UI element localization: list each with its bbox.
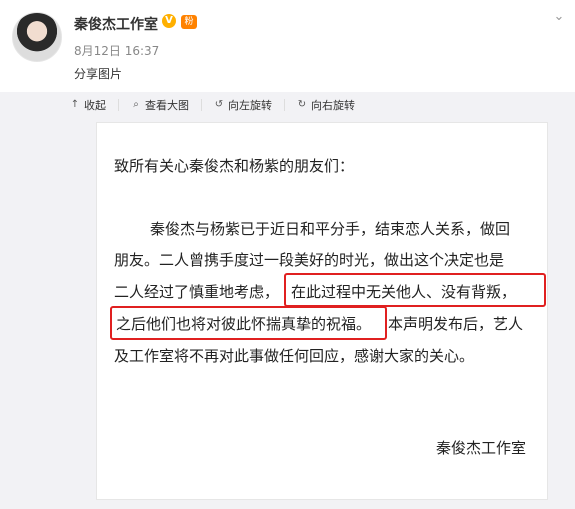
divider: [118, 99, 119, 111]
rotate-left-button[interactable]: ↺ 向左旋转: [214, 97, 272, 113]
rotate-right-icon: ↻: [297, 99, 307, 110]
verified-badge-icon: V: [162, 14, 176, 28]
rotate-left-label: 向左旋转: [228, 99, 272, 112]
post-time[interactable]: 8月12日 16:37: [74, 42, 159, 59]
collapse-label: 收起: [84, 99, 106, 112]
letter-line: 及工作室将不再对此事做任何回应，感谢大家的关心。: [114, 347, 475, 365]
letter-line: 秦俊杰与杨紫已于近日和平分手，结束恋人关系，做回: [150, 220, 511, 238]
collapse-icon: ↑: [70, 99, 80, 110]
letter-title: 致所有关心秦俊杰和杨紫的朋友们：: [114, 157, 355, 175]
divider: [284, 99, 285, 111]
rotate-right-button[interactable]: ↻ 向右旋转: [297, 97, 355, 113]
signature: 秦俊杰工作室: [436, 439, 527, 457]
view-large-button[interactable]: ⌕ 查看大图: [131, 97, 189, 113]
highlight-box: [110, 306, 387, 340]
image-toolbar: ↑ 收起 ⌕ 查看大图 ↺ 向左旋转 ↻ 向右旋转: [0, 93, 355, 117]
chevron-down-icon[interactable]: ⌄: [552, 10, 566, 24]
divider: [201, 99, 202, 111]
letter-line: 二人经过了慎重地考虑，: [114, 283, 280, 301]
view-large-label: 查看大图: [145, 99, 189, 112]
author-name[interactable]: 秦俊杰工作室: [74, 14, 158, 34]
post-source: 分享图片: [74, 67, 123, 81]
avatar[interactable]: [12, 12, 62, 62]
letter-line: 朋友。二人曾携手度过一段美好的时光，做出这个决定也是: [114, 251, 505, 269]
zoom-icon: ⌕: [133, 99, 139, 110]
rotate-left-icon: ↺: [214, 99, 224, 110]
fan-badge-icon: 粉: [181, 15, 197, 29]
letter-line: 本声明发布后，艺人: [388, 315, 524, 333]
rotate-right-label: 向右旋转: [311, 99, 355, 112]
highlight-box: [284, 273, 546, 307]
post-header: 秦俊杰工作室 V 粉 8月12日 16:37 分享图片 ⌄: [0, 0, 575, 92]
collapse-button[interactable]: ↑ 收起: [70, 97, 106, 113]
